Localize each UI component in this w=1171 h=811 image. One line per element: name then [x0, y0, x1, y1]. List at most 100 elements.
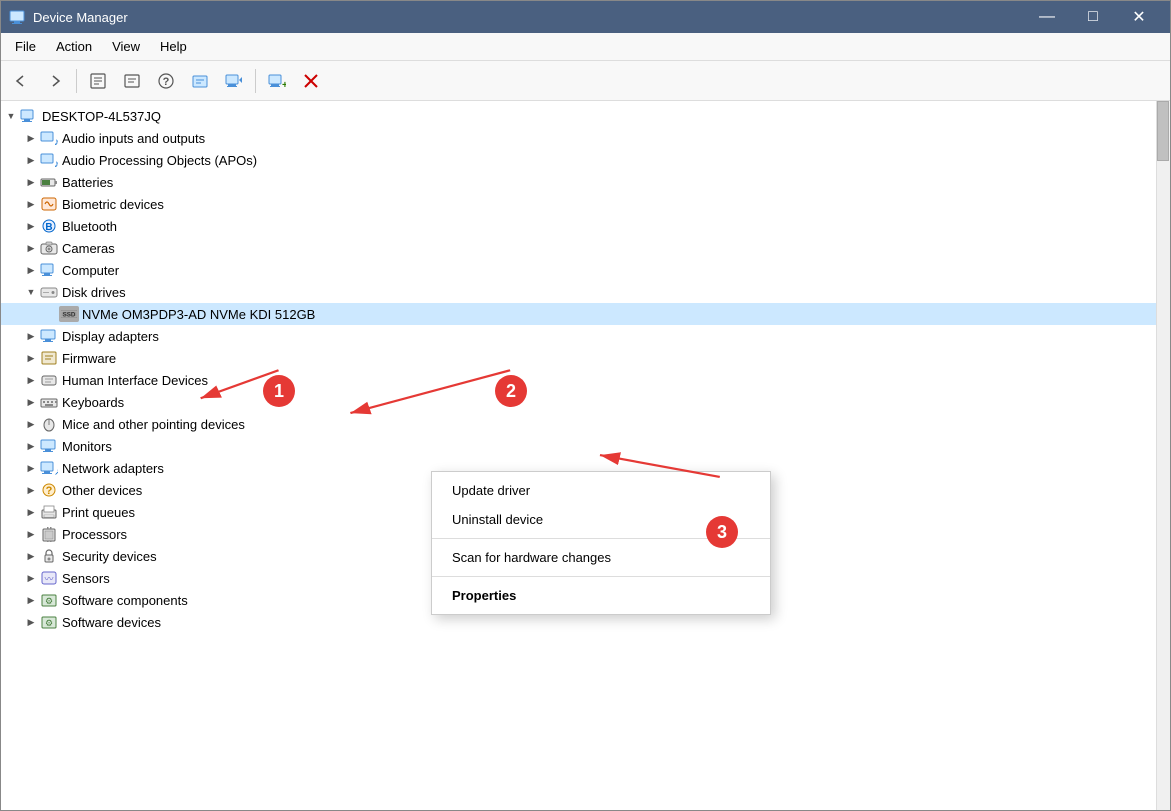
tree-icon-cameras [39, 240, 59, 256]
tree-label-mice: Mice and other pointing devices [62, 417, 245, 432]
app-icon [9, 9, 25, 25]
tree-item-firmware[interactable]: ▶Firmware [1, 347, 1156, 369]
tree-item-nvme[interactable]: SSDNVMe OM3PDP3-AD NVMe KDI 512GB [1, 303, 1156, 325]
tree-item-display[interactable]: ▶ Display adapters [1, 325, 1156, 347]
back-button[interactable] [5, 66, 37, 96]
close-button[interactable]: ✕ [1116, 1, 1162, 33]
tree-expand-security[interactable]: ▶ [23, 548, 39, 564]
tree-expand-root[interactable]: ▼ [3, 108, 19, 124]
tree-label-keyboards: Keyboards [62, 395, 124, 410]
add-device-button[interactable]: + [261, 66, 293, 96]
tree-label-batteries: Batteries [62, 175, 113, 190]
minimize-button[interactable]: — [1024, 1, 1070, 33]
scrollbar-track[interactable] [1156, 101, 1170, 810]
tree-icon-sensors: 〰 [39, 570, 59, 586]
toolbar: ? + [1, 61, 1170, 101]
scan-button[interactable] [218, 66, 250, 96]
tree-expand-print[interactable]: ▶ [23, 504, 39, 520]
tree-expand-network[interactable]: ▶ [23, 460, 39, 476]
tree-expand-computer[interactable]: ▶ [23, 262, 39, 278]
tree-item-monitors[interactable]: ▶Monitors [1, 435, 1156, 457]
tree-expand-mice[interactable]: ▶ [23, 416, 39, 432]
tree-item-biometric[interactable]: ▶Biometric devices [1, 193, 1156, 215]
maximize-button[interactable]: □ [1070, 1, 1116, 33]
svg-text:⚙: ⚙ [45, 618, 53, 628]
uninstall-button[interactable] [295, 66, 327, 96]
tree-icon-processors [39, 526, 59, 542]
svg-text:B: B [45, 222, 52, 233]
toolbar-separator-1 [76, 69, 77, 93]
tree-item-root[interactable]: ▼DESKTOP-4L537JQ [1, 105, 1156, 127]
tree-item-batteries[interactable]: ▶ Batteries [1, 171, 1156, 193]
menu-view[interactable]: View [102, 35, 150, 58]
tree-expand-biometric[interactable]: ▶ [23, 196, 39, 212]
tree-icon-print [39, 504, 59, 520]
tree-expand-softwarecomp[interactable]: ▶ [23, 592, 39, 608]
tree-expand-batteries[interactable]: ▶ [23, 174, 39, 190]
title-bar-text: Device Manager [33, 10, 1024, 25]
menu-help[interactable]: Help [150, 35, 197, 58]
tree-icon-network: ↗ [39, 460, 59, 476]
tree-expand-apo[interactable]: ▶ [23, 152, 39, 168]
annotation-2: 2 [495, 375, 527, 407]
tree-icon-mice [39, 416, 59, 432]
tree-label-security: Security devices [62, 549, 157, 564]
tree-icon-softwaredev: ⚙ [39, 614, 59, 630]
tree-icon-audio: ♪ [39, 130, 59, 146]
tree-icon-computer [39, 262, 59, 278]
tree-item-keyboards[interactable]: ▶ Keyboards [1, 391, 1156, 413]
tree-label-cameras: Cameras [62, 241, 115, 256]
tree-icon-softwarecomp: ⚙ [39, 592, 59, 608]
tree-item-mice[interactable]: ▶ Mice and other pointing devices [1, 413, 1156, 435]
tree-item-cameras[interactable]: ▶ Cameras [1, 237, 1156, 259]
main-wrapper: ▼DESKTOP-4L537JQ▶♪Audio inputs and outpu… [1, 101, 1170, 810]
tree-expand-softwaredev[interactable]: ▶ [23, 614, 39, 630]
tree-expand-keyboards[interactable]: ▶ [23, 394, 39, 410]
tree-expand-other[interactable]: ▶ [23, 482, 39, 498]
svg-text:?: ? [163, 76, 170, 88]
window-controls: — □ ✕ [1024, 1, 1162, 33]
tree-expand-processors[interactable]: ▶ [23, 526, 39, 542]
tree-label-softwarecomp: Software components [62, 593, 188, 608]
tree-item-apo[interactable]: ▶♪Audio Processing Objects (APOs) [1, 149, 1156, 171]
scrollbar-thumb[interactable] [1157, 101, 1169, 161]
ctx-item-update[interactable]: Update driver [432, 476, 770, 505]
tree-icon-display [39, 328, 59, 344]
tree-item-bluetooth[interactable]: ▶BBluetooth [1, 215, 1156, 237]
menu-file[interactable]: File [5, 35, 46, 58]
tree-item-hid[interactable]: ▶Human Interface Devices [1, 369, 1156, 391]
svg-text:+: + [282, 80, 286, 90]
annotation-1: 1 [263, 375, 295, 407]
tree-label-apo: Audio Processing Objects (APOs) [62, 153, 257, 168]
help-button[interactable]: ? [150, 66, 182, 96]
tree-expand-display[interactable]: ▶ [23, 328, 39, 344]
tree-item-computer[interactable]: ▶ Computer [1, 259, 1156, 281]
tree-expand-nvme[interactable] [43, 306, 59, 322]
tree-expand-cameras[interactable]: ▶ [23, 240, 39, 256]
tree-expand-hid[interactable]: ▶ [23, 372, 39, 388]
tree-expand-monitors[interactable]: ▶ [23, 438, 39, 454]
drivers-list-button[interactable] [116, 66, 148, 96]
properties-list-button[interactable] [82, 66, 114, 96]
menu-bar: File Action View Help [1, 33, 1170, 61]
ctx-item-properties[interactable]: Properties [432, 581, 770, 610]
forward-button[interactable] [39, 66, 71, 96]
toolbar-separator-2 [255, 69, 256, 93]
device-manager-window: Device Manager — □ ✕ File Action View He… [0, 0, 1171, 811]
svg-text:〰: 〰 [44, 574, 53, 584]
tree-expand-bluetooth[interactable]: ▶ [23, 218, 39, 234]
tree-expand-audio[interactable]: ▶ [23, 130, 39, 146]
svg-text:♪: ♪ [54, 137, 58, 146]
events-button[interactable] [184, 66, 216, 96]
tree-label-softwaredev: Software devices [62, 615, 161, 630]
menu-action[interactable]: Action [46, 35, 102, 58]
tree-label-computer: Computer [62, 263, 119, 278]
tree-expand-firmware[interactable]: ▶ [23, 350, 39, 366]
tree-item-audio[interactable]: ▶♪Audio inputs and outputs [1, 127, 1156, 149]
tree-label-display: Display adapters [62, 329, 159, 344]
tree-expand-sensors[interactable]: ▶ [23, 570, 39, 586]
tree-icon-diskdrives [39, 284, 59, 300]
tree-expand-diskdrives[interactable]: ▼ [23, 284, 39, 300]
tree-item-diskdrives[interactable]: ▼Disk drives [1, 281, 1156, 303]
device-tree[interactable]: ▼DESKTOP-4L537JQ▶♪Audio inputs and outpu… [1, 101, 1156, 810]
